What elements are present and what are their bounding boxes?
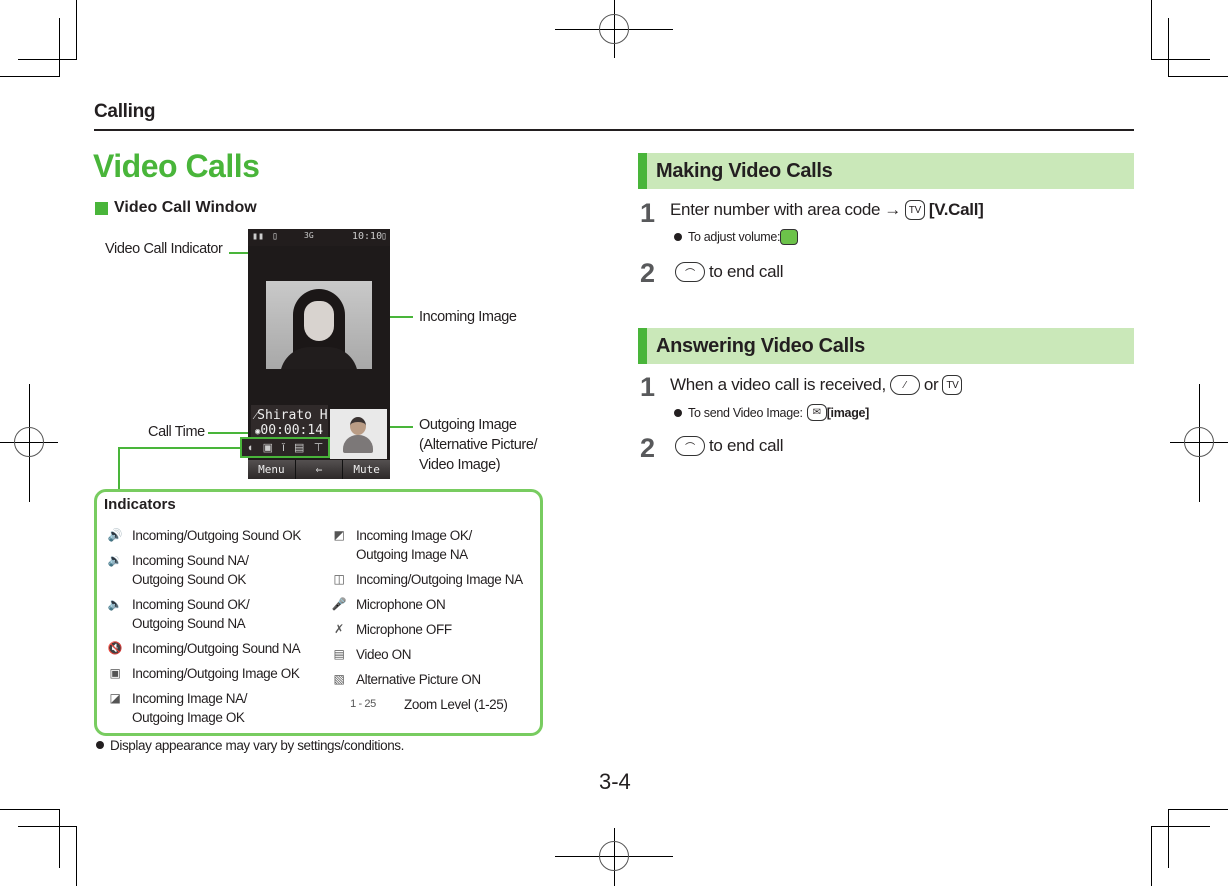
sound-icon: ◖: [246, 441, 254, 454]
video-on-icon: ▤: [333, 646, 345, 661]
bullet-icon: [96, 741, 104, 749]
call-key-icon: ⁄: [889, 375, 920, 395]
call-time: ◉00:00:14: [255, 423, 324, 438]
image-icon: ▣: [262, 442, 273, 454]
status-bar: ▮▮ ▯ 3G 10:10 ▯: [248, 229, 390, 246]
end-call-key-icon: ⌒: [675, 262, 705, 282]
caller-name: ⁄Shirato H: [255, 408, 328, 423]
callout-line: [118, 447, 242, 449]
microphone-on-icon: 🎤: [331, 596, 347, 611]
indicator-item: ◪ Incoming Image NA/ Outgoing Image OK: [106, 689, 248, 727]
image-ok-icon: ▣: [109, 665, 121, 680]
step-number: 2: [640, 258, 656, 288]
status-clock: 10:10: [352, 231, 383, 242]
display-note: Display appearance may vary by settings/…: [96, 738, 404, 753]
zoom-icon: ⊤: [313, 442, 324, 454]
volume-key-icon: [780, 229, 799, 245]
battery-icon: ▯: [381, 231, 388, 242]
tv-key-icon: TV: [942, 375, 963, 395]
indicator-item: ▣ Incoming/Outgoing Image OK: [106, 664, 300, 683]
sound-in-na-icon: 🔉: [107, 552, 123, 567]
section-making-video-calls: Making Video Calls: [638, 153, 1134, 189]
softkey-back[interactable]: ⇐: [295, 460, 343, 479]
softkey-menu[interactable]: Menu: [248, 460, 295, 479]
image-out-na-icon: ◩: [333, 527, 345, 542]
indicator-item: 🎤 Microphone ON: [331, 596, 446, 613]
sound-ok-icon: 🔊: [107, 527, 123, 542]
green-square-icon: [95, 201, 108, 215]
indicator-item: 🔉 Incoming Sound NA/ Outgoing Sound OK: [107, 552, 249, 588]
sound-out-na-icon: 🔈: [107, 596, 123, 611]
callout-line: [208, 432, 250, 434]
image-na-icon: ◫: [333, 571, 345, 586]
softkey-mute[interactable]: Mute: [343, 460, 391, 479]
sound-na-icon: 🔇: [107, 640, 123, 655]
indicator-item: ▧ Alternative Picture ON: [330, 670, 482, 689]
microphone-off-icon: ✗: [334, 621, 344, 636]
subsection-title: Video Call Window: [95, 199, 257, 217]
callout-outgoing-image: Outgoing Image (Alternative Picture/ Vid…: [419, 417, 538, 473]
mail-key-icon: ✉: [806, 404, 827, 421]
callout-line: [118, 447, 120, 491]
microphone-icon: ǐ: [282, 441, 285, 454]
indicator-strip: ◖ ▣ ǐ ▤ ⊤: [240, 437, 330, 458]
indicator-item: 🔇 Incoming/Outgoing Sound NA: [107, 640, 301, 657]
sub-note: To adjust volume:: [674, 229, 799, 245]
image-in-na-icon: ◪: [109, 690, 121, 705]
softkey-bar: Menu ⇐ Mute: [248, 460, 391, 479]
step-text: When a video call is received, ⁄ or TV: [670, 375, 963, 395]
indicator-item: 🔊 Incoming/Outgoing Sound OK: [107, 527, 302, 544]
bullet-icon: [674, 233, 682, 241]
incoming-image: [266, 281, 372, 369]
zoom-level-icon: 1 - 25: [350, 697, 376, 710]
indicators-title: Indicators: [104, 496, 176, 513]
step-number: 1: [640, 198, 656, 228]
sub-note: To send Video Image: ✉ [image]: [674, 404, 869, 421]
step-text: Enter number with area code → TV [V.Call…: [670, 200, 984, 220]
video-icon: ▤: [294, 442, 305, 454]
page-title: Video Calls: [93, 148, 260, 184]
callout-call-time: Call Time: [148, 424, 205, 440]
indicator-item: ◫ Incoming/Outgoing Image NA: [330, 570, 524, 589]
indicator-item: ▤ Video ON: [330, 645, 412, 664]
indicator-item: 1 - 25 Zoom Level (1-25): [330, 695, 508, 714]
indicator-item: ◩ Incoming Image OK/ Outgoing Image NA: [330, 526, 473, 564]
alt-picture-icon: ▧: [333, 671, 345, 686]
arrow-icon: →: [884, 200, 901, 219]
step-text: ⌒ to end call: [675, 436, 784, 456]
indicator-item: ✗ Microphone OFF: [330, 620, 452, 639]
indicator-item: 🔈 Incoming Sound OK/ Outgoing Sound NA: [107, 596, 250, 632]
outgoing-image: [330, 409, 387, 459]
page-number: 3-4: [599, 769, 631, 794]
avatar-icon: [343, 435, 373, 453]
step-number: 1: [640, 372, 656, 402]
step-number: 2: [640, 433, 656, 463]
video-call-indicator-icon: ▯: [272, 231, 279, 242]
end-call-key-icon: ⌒: [675, 436, 705, 456]
header-rule: [94, 129, 1134, 131]
tv-key-icon: TV: [904, 200, 925, 220]
step-text: ⌒ to end call: [675, 262, 784, 282]
section-answering-video-calls: Answering Video Calls: [638, 328, 1134, 364]
callout-incoming-image: Incoming Image: [419, 309, 517, 325]
bullet-icon: [674, 408, 682, 417]
running-head: Calling: [94, 101, 156, 122]
signal-icon: ▮▮: [252, 231, 265, 242]
network-badge: 3G: [304, 231, 314, 240]
subsection-label: Video Call Window: [114, 199, 257, 216]
callout-video-call-indicator: Video Call Indicator: [105, 241, 223, 257]
